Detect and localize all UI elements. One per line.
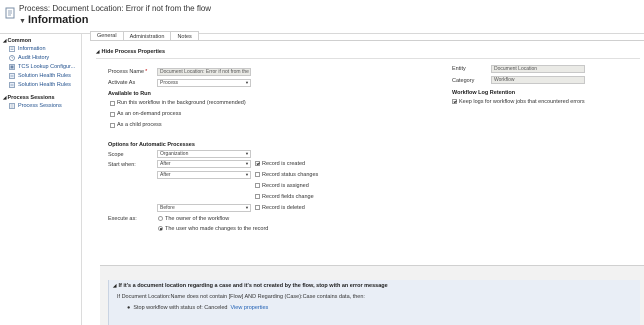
- keep-logs-checkbox[interactable]: [452, 99, 457, 104]
- chevron-down-icon: ▼: [245, 151, 249, 156]
- step-title[interactable]: ◢ If it's a document location regarding a…: [113, 283, 388, 289]
- collapse-triangle-icon: ◢: [3, 95, 7, 100]
- info-icon: [9, 46, 15, 52]
- rules-icon: [9, 73, 15, 79]
- process-title: Process: Document Location: Error if not…: [19, 4, 212, 13]
- step-action[interactable]: ● Stop workflow with status of: Canceled V…: [127, 305, 268, 311]
- record-created-checkbox[interactable]: [255, 161, 260, 166]
- rules-icon: [9, 82, 15, 88]
- lookup-icon: [9, 64, 15, 70]
- sidebar-item-label: Audit History: [18, 55, 50, 61]
- view-properties-link[interactable]: View properties: [230, 305, 268, 311]
- automatic-processes-heading: Options for Automatic Processes: [108, 142, 195, 148]
- process-name-label: Process Name*: [108, 69, 148, 75]
- record-status-changes-checkbox[interactable]: [255, 172, 260, 177]
- tab-divider: [90, 40, 644, 41]
- workflow-log-retention-heading: Workflow Log Retention: [452, 90, 516, 96]
- section-divider: [96, 58, 640, 59]
- run-in-background-checkbox[interactable]: [110, 101, 115, 106]
- sidebar-item-information[interactable]: Information: [9, 45, 46, 53]
- execute-as-owner-label: The owner of the workflow: [165, 216, 230, 222]
- run-in-background-label: Run this workflow in the background (rec…: [117, 100, 246, 106]
- sidebar-group-process-sessions[interactable]: ◢Process Sessions: [3, 95, 55, 101]
- record-assigned-label: Record is assigned: [262, 183, 309, 189]
- record-fields-change-checkbox[interactable]: [255, 194, 260, 199]
- history-icon: [9, 55, 15, 61]
- process-icon: [5, 7, 15, 19]
- sidebar-group-common[interactable]: ◢Common: [3, 38, 31, 44]
- hide-process-properties-toggle[interactable]: ◢ Hide Process Properties: [96, 49, 165, 55]
- start-when-deleted-select[interactable]: Before ▼: [157, 204, 251, 212]
- keep-logs-label: Keep logs for workflow jobs that encount…: [459, 99, 585, 105]
- sidebar-item-label: Solution Health Rules: [18, 82, 71, 88]
- sidebar-item-label: TCS Lookup Configur...: [18, 64, 76, 70]
- page-header: Process: Document Location: Error if not…: [0, 0, 644, 32]
- sidebar-item-solution-health-rules[interactable]: Solution Health Rules: [9, 72, 71, 80]
- page-title: Information: [27, 14, 89, 26]
- page-title-row[interactable]: ▼ Information: [19, 14, 88, 26]
- step-condition[interactable]: If Document Location:Name does not conta…: [117, 294, 365, 300]
- sidebar-item-label: Solution Health Rules: [18, 73, 71, 79]
- start-when-created-select[interactable]: After ▼: [157, 160, 251, 168]
- category-field[interactable]: Workflow: [491, 76, 585, 84]
- workflow-step[interactable]: ◢ If it's a document location regarding a…: [108, 280, 640, 325]
- on-demand-label: As an on-demand process: [117, 111, 182, 117]
- record-created-label: Record is created: [262, 161, 306, 167]
- record-assigned-checkbox[interactable]: [255, 183, 260, 188]
- record-fields-change-label: Record fields change: [262, 194, 314, 200]
- collapse-triangle-icon: ◢: [3, 38, 7, 43]
- scope-label: Scope: [108, 152, 124, 158]
- record-status-changes-label: Record status changes: [262, 172, 319, 178]
- entity-label: Entity: [452, 66, 466, 72]
- record-deleted-checkbox[interactable]: [255, 205, 260, 210]
- entity-field[interactable]: Document Location: [491, 65, 585, 73]
- chevron-down-icon: ▼: [245, 161, 249, 166]
- execute-as-user-radio[interactable]: [158, 226, 163, 231]
- sidebar: ◢Common Information Audit History TCS Lo…: [0, 34, 82, 325]
- sidebar-item-label: Information: [18, 46, 46, 52]
- sidebar-item-tcs-lookup[interactable]: TCS Lookup Configur...: [9, 63, 75, 71]
- sidebar-item-label: Process Sessions: [18, 103, 62, 109]
- collapse-triangle-icon: ◢: [96, 49, 100, 54]
- start-when-status-select[interactable]: After ▼: [157, 171, 251, 179]
- scope-select[interactable]: Organization ▼: [157, 150, 251, 158]
- on-demand-checkbox[interactable]: [110, 112, 115, 117]
- bullet-icon: ●: [127, 305, 131, 311]
- execute-as-owner-radio[interactable]: [158, 216, 163, 221]
- activate-as-label: Activate As: [108, 80, 136, 86]
- sidebar-item-process-sessions[interactable]: Process Sessions: [9, 102, 62, 110]
- execute-as-user-label: The user who made changes to the record: [165, 226, 269, 232]
- available-to-run-heading: Available to Run: [108, 91, 151, 97]
- child-process-label: As a child process: [117, 122, 162, 128]
- chevron-down-icon: ▼: [245, 80, 249, 85]
- execute-as-label: Execute as:: [108, 216, 137, 222]
- chevron-down-icon[interactable]: ▼: [19, 18, 26, 25]
- process-name-field[interactable]: Document Location: Error if not from the: [157, 68, 251, 76]
- sidebar-item-solution-health-rules-2[interactable]: Solution Health Rules: [9, 81, 71, 89]
- child-process-checkbox[interactable]: [110, 123, 115, 128]
- category-label: Category: [452, 78, 475, 84]
- sidebar-item-audit-history[interactable]: Audit History: [9, 54, 49, 62]
- record-deleted-label: Record is deleted: [262, 205, 305, 211]
- sessions-icon: [9, 103, 15, 109]
- start-when-label: Start when:: [108, 162, 136, 168]
- activate-as-select[interactable]: Process ▼: [157, 79, 251, 87]
- collapse-triangle-icon: ◢: [113, 283, 117, 288]
- chevron-down-icon: ▼: [245, 205, 249, 210]
- chevron-down-icon: ▼: [245, 172, 249, 177]
